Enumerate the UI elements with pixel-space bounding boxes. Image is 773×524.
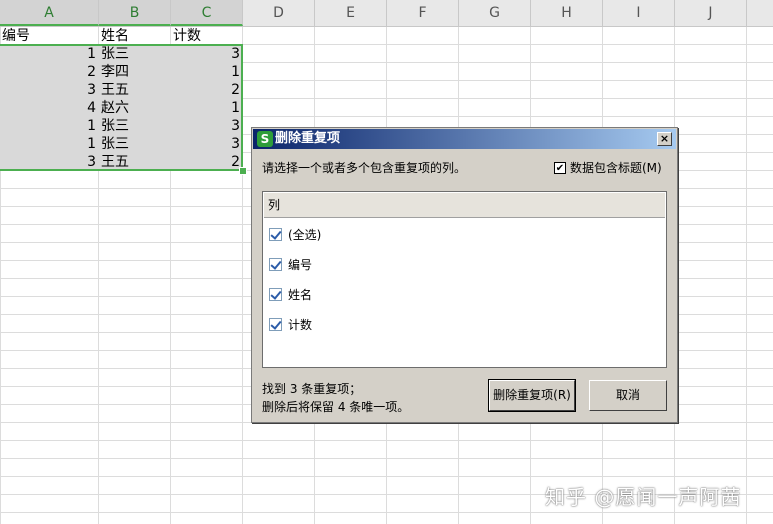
column-header-j[interactable]: J <box>675 0 747 26</box>
list-item-label: 计数 <box>288 317 313 332</box>
app-logo-icon: S <box>257 131 273 147</box>
cancel-button[interactable]: 取消 <box>589 380 667 411</box>
list-item-name[interactable]: 姓名 <box>269 285 312 303</box>
list-item-label: (全选) <box>288 227 322 242</box>
checkbox-select-all[interactable] <box>269 227 282 241</box>
cell-c1[interactable]: 计数 <box>171 27 242 45</box>
column-header-c[interactable]: C <box>171 0 243 26</box>
header-checkbox[interactable]: ✔ <box>554 161 566 174</box>
checkbox-id[interactable] <box>269 257 282 271</box>
header-checkbox-label: 数据包含标题(M) <box>570 161 662 175</box>
instruction-text: 请选择一个或者多个包含重复项的列。 <box>262 161 467 175</box>
list-item-label: 姓名 <box>288 287 313 302</box>
column-list-header: 列 <box>264 193 665 218</box>
column-headers: A B C D E F G H I J <box>0 0 773 27</box>
column-list: 列 (全选) 编号 姓名 计数 <box>262 191 667 368</box>
column-header-f[interactable]: F <box>387 0 459 26</box>
column-header-a[interactable]: A <box>0 0 99 26</box>
cell-b1[interactable]: 姓名 <box>99 27 170 45</box>
column-header-h[interactable]: H <box>531 0 603 26</box>
watermark: 知乎 @愿闻一声阿茜 <box>545 485 742 509</box>
column-header-d[interactable]: D <box>243 0 315 26</box>
column-header-g[interactable]: G <box>459 0 531 26</box>
list-item-label: 编号 <box>288 257 313 272</box>
remove-duplicates-button[interactable]: 删除重复项(R) <box>488 379 576 412</box>
cell-a1[interactable]: 编号 <box>0 27 98 45</box>
selection-range-border <box>0 44 243 171</box>
dialog-titlebar[interactable]: S 删除重复项 × <box>253 129 676 149</box>
list-item-id[interactable]: 编号 <box>269 255 312 273</box>
close-button[interactable]: × <box>657 132 672 146</box>
column-header-b[interactable]: B <box>99 0 171 26</box>
unique-remaining-text: 删除后将保留 4 条唯一项。 <box>262 400 410 414</box>
checkbox-count[interactable] <box>269 317 282 331</box>
list-item-count[interactable]: 计数 <box>269 315 312 333</box>
column-header-e[interactable]: E <box>315 0 387 26</box>
checkbox-name[interactable] <box>269 287 282 301</box>
duplicates-found-text: 找到 3 条重复项； <box>262 382 362 396</box>
remove-duplicates-dialog: S 删除重复项 × 请选择一个或者多个包含重复项的列。 ✔ 数据包含标题(M) … <box>251 127 678 423</box>
list-item-select-all[interactable]: (全选) <box>269 225 321 243</box>
dialog-title: 删除重复项 <box>275 131 341 146</box>
fill-handle[interactable] <box>239 167 247 175</box>
column-header-i[interactable]: I <box>603 0 675 26</box>
data-has-headers-option[interactable]: ✔ 数据包含标题(M) <box>554 159 662 176</box>
